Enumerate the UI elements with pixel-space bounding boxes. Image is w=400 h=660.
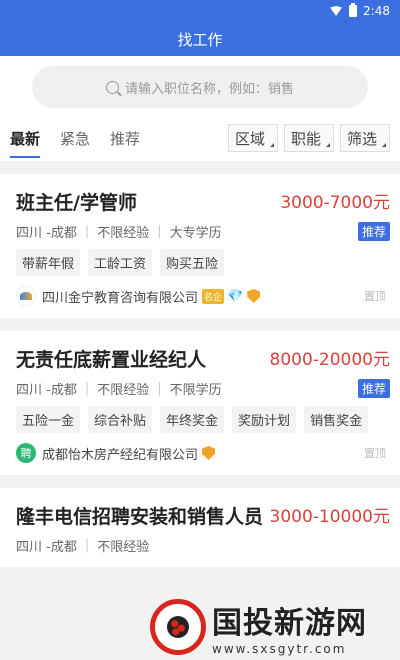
battery-icon bbox=[349, 3, 358, 17]
job-education: 不限学历 bbox=[169, 383, 222, 398]
benefit-tag: 购买五险 bbox=[160, 249, 225, 276]
job-salary: 3000-7000元 bbox=[280, 193, 390, 213]
benefit-tag: 工龄工资 bbox=[88, 249, 153, 276]
tab-urgent[interactable]: 紧急 bbox=[60, 116, 90, 162]
benefit-tag: 奖励计划 bbox=[232, 406, 297, 433]
verified-shield-icon bbox=[247, 289, 261, 303]
benefit-tags: 带薪年假 工龄工资 购买五险 bbox=[16, 249, 390, 276]
benefit-tag: 带薪年假 bbox=[16, 249, 81, 276]
job-experience: 不限经验 bbox=[97, 226, 150, 241]
ladybug-logo-icon bbox=[150, 599, 206, 655]
search-icon bbox=[105, 80, 119, 94]
watermark-title: 国投新游网 bbox=[212, 606, 367, 641]
filter-region-dropdown[interactable]: 区域 bbox=[227, 124, 278, 152]
job-meta: 四川 -成都 | 不限经验 | 不限学历 bbox=[16, 381, 222, 398]
app-header: 找工作 bbox=[0, 22, 400, 56]
job-card[interactable]: 无责任底薪置业经纪人 8000-20000元 四川 -成都 | 不限经验 | 不… bbox=[0, 331, 400, 475]
job-meta: 四川 -成都 | 不限经验 | 大专学历 bbox=[16, 224, 222, 241]
job-experience: 不限经验 bbox=[97, 383, 150, 398]
recommend-badge: 推荐 bbox=[357, 379, 390, 398]
job-title: 隆丰电信招聘安装和销售人员 bbox=[16, 506, 264, 528]
job-salary: 3000-10000元 bbox=[269, 507, 390, 527]
wifi-icon bbox=[329, 6, 343, 16]
company-logo-icon: 聘 bbox=[16, 443, 36, 463]
diamond-icon: 💎 bbox=[227, 288, 244, 304]
recommend-badge: 推荐 bbox=[357, 222, 390, 241]
filter-group: 区域 职能 筛选 bbox=[227, 124, 390, 152]
tab-latest[interactable]: 最新 bbox=[10, 116, 41, 162]
pinned-label: 置顶 bbox=[364, 447, 386, 460]
benefit-tags: 五险一金 综合补贴 年终奖金 奖励计划 销售奖金 bbox=[16, 406, 390, 433]
company-row: 聘 成都怡木房产经纪有限公司 置顶 bbox=[16, 443, 390, 463]
company-row: 四川金宁教育咨询有限公司 名企 💎 置顶 bbox=[16, 286, 390, 306]
filter-function-dropdown[interactable]: 职能 bbox=[283, 124, 334, 152]
job-card[interactable]: 班主任/学管师 3000-7000元 四川 -成都 | 不限经验 | 大专学历 … bbox=[0, 174, 400, 318]
job-location: 四川 -成都 bbox=[16, 540, 77, 555]
page-title: 找工作 bbox=[177, 30, 223, 49]
site-watermark: 国投新游网 www.sxsgytr.com bbox=[150, 594, 400, 660]
search-placeholder: 请输入职位名称，例如：销售 bbox=[124, 81, 294, 97]
search-bar: 请输入职位名称，例如：销售 bbox=[0, 56, 400, 116]
benefit-tag: 销售奖金 bbox=[304, 406, 369, 433]
job-education: 大专学历 bbox=[169, 226, 222, 241]
status-time: 2:48 bbox=[363, 4, 390, 18]
job-location: 四川 -成都 bbox=[16, 383, 77, 398]
tab-bar: 最新 紧急 推荐 区域 职能 筛选 bbox=[0, 116, 400, 162]
job-title: 无责任底薪置业经纪人 bbox=[16, 349, 207, 371]
filter-more-dropdown[interactable]: 筛选 bbox=[339, 124, 390, 152]
famous-company-badge: 名企 bbox=[202, 288, 225, 304]
job-title: 班主任/学管师 bbox=[16, 192, 137, 214]
benefit-tag: 综合补贴 bbox=[88, 406, 153, 433]
search-input[interactable]: 请输入职位名称，例如：销售 bbox=[32, 66, 368, 108]
company-logo-icon bbox=[16, 286, 36, 306]
benefit-tag: 年终奖金 bbox=[160, 406, 225, 433]
status-bar: 2:48 bbox=[0, 0, 400, 22]
job-meta: 四川 -成都 | 不限经验 bbox=[16, 538, 150, 555]
pinned-label: 置顶 bbox=[364, 290, 386, 303]
verified-shield-icon bbox=[202, 446, 216, 460]
company-name: 四川金宁教育咨询有限公司 bbox=[42, 290, 199, 306]
job-location: 四川 -成都 bbox=[16, 226, 77, 241]
job-card[interactable]: 隆丰电信招聘安装和销售人员 3000-10000元 四川 -成都 | 不限经验 bbox=[0, 488, 400, 567]
job-experience: 不限经验 bbox=[97, 540, 150, 555]
watermark-url: www.sxsgytr.com bbox=[212, 642, 347, 656]
company-name: 成都怡木房产经纪有限公司 bbox=[42, 447, 199, 463]
benefit-tag: 五险一金 bbox=[16, 406, 81, 433]
job-salary: 8000-20000元 bbox=[269, 350, 390, 370]
tab-recommended[interactable]: 推荐 bbox=[110, 116, 140, 162]
